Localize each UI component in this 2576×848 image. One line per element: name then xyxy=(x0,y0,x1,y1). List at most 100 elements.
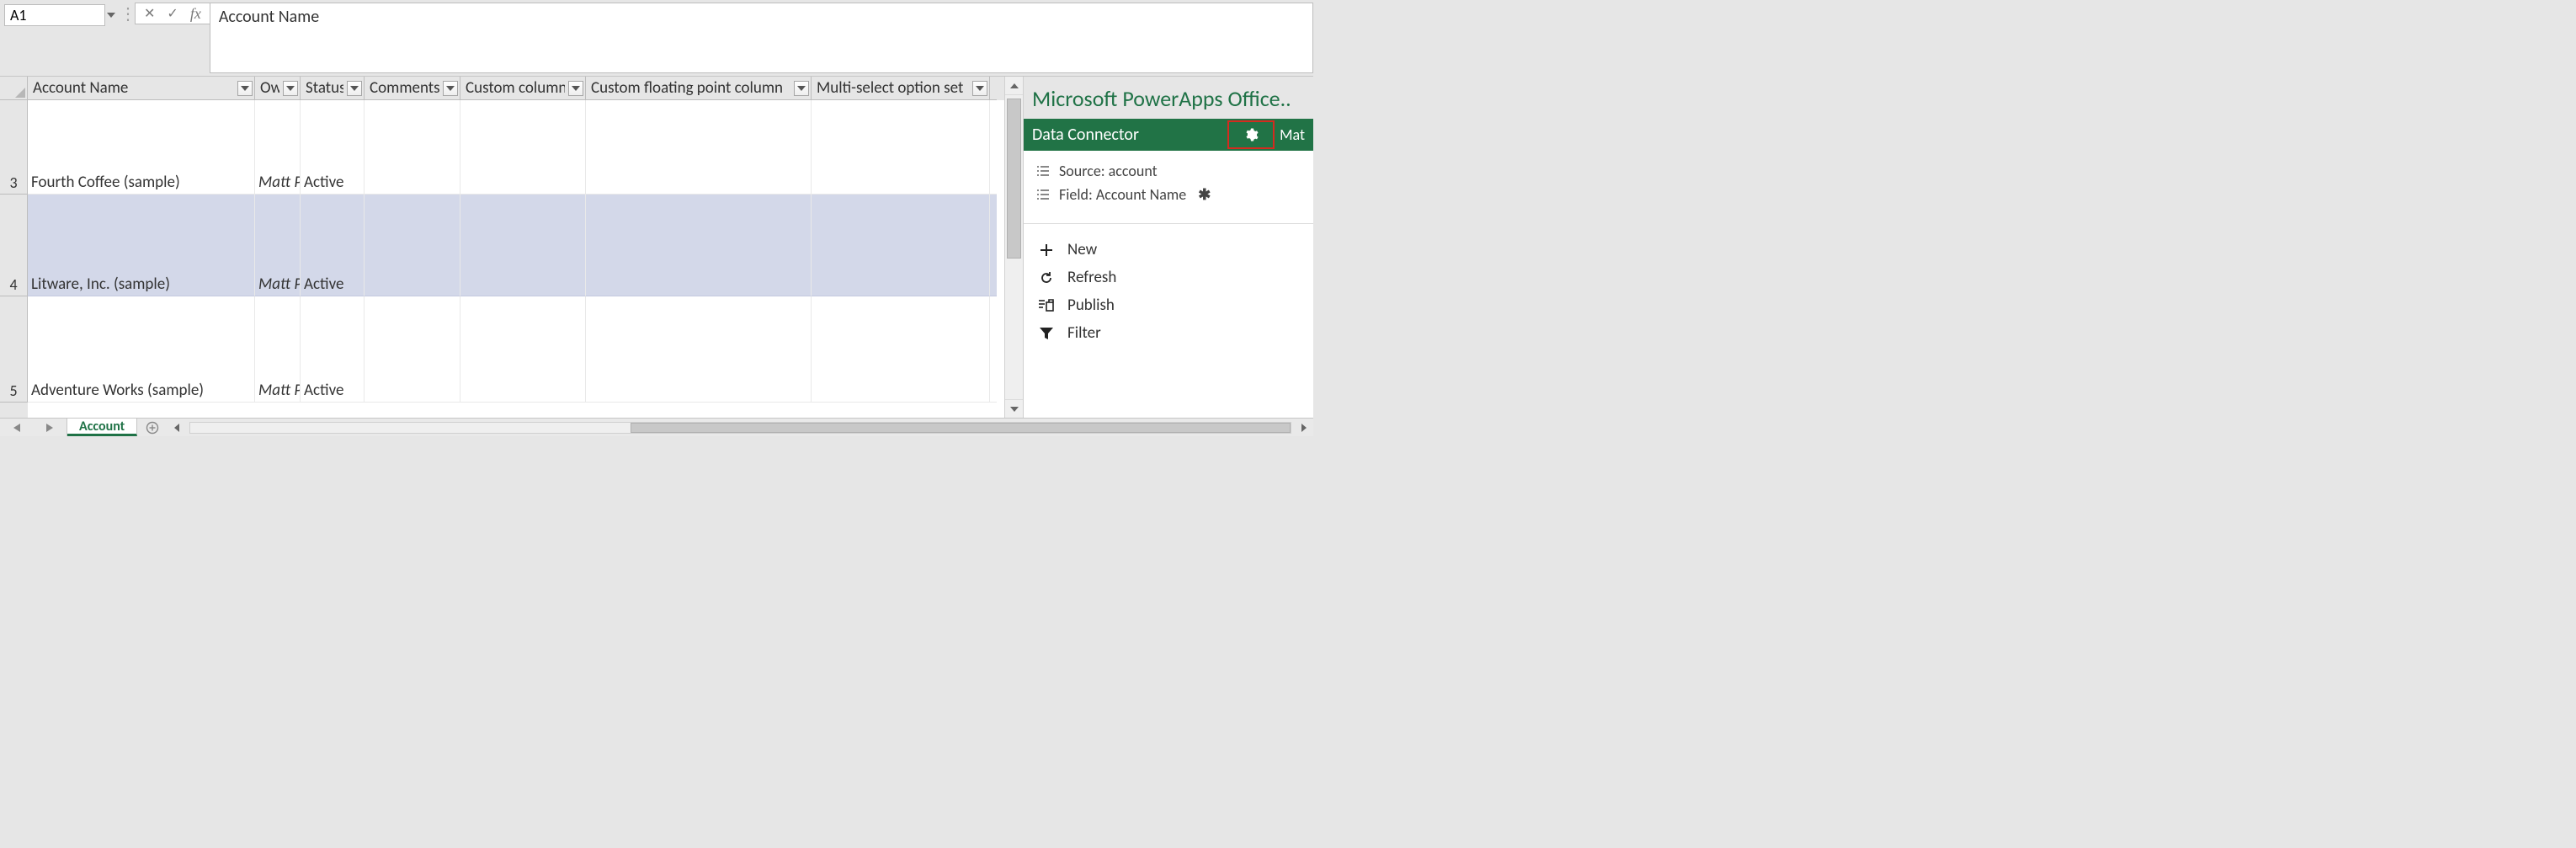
fx-icon[interactable]: fx xyxy=(190,5,201,23)
filter-dropdown-icon[interactable] xyxy=(972,81,987,96)
column-header-account-name[interactable]: Account Name xyxy=(28,77,255,100)
name-box[interactable]: A1 xyxy=(4,4,105,26)
cell-owner[interactable]: Matt P xyxy=(255,100,301,195)
panel-info: Source: account Field: Account Name ✱ xyxy=(1024,151,1313,224)
filter-label: Filter xyxy=(1067,323,1101,343)
row-header[interactable]: 4 xyxy=(0,195,28,296)
panel-header-bar: Data Connector Mat xyxy=(1024,119,1313,151)
cell-comments[interactable] xyxy=(365,100,460,195)
hscroll-track[interactable] xyxy=(189,422,1291,434)
publish-button[interactable]: Publish xyxy=(1035,291,1301,319)
sheet-tab-label: Account xyxy=(79,419,125,435)
info-source: Source: account xyxy=(1035,159,1301,183)
cell-account-name[interactable]: Litware, Inc. (sample) xyxy=(28,195,255,296)
refresh-button[interactable]: Refresh xyxy=(1035,264,1301,291)
cell-multi-select[interactable] xyxy=(812,296,990,403)
column-header-extra[interactable] xyxy=(990,77,997,100)
new-label: New xyxy=(1067,240,1097,259)
cell-status[interactable]: Active xyxy=(301,195,365,296)
gear-icon xyxy=(1243,127,1259,142)
spreadsheet: 3 4 5 Account Name Ow Status xyxy=(0,77,1023,418)
cell-custom-column[interactable] xyxy=(460,195,586,296)
filter-dropdown-icon[interactable] xyxy=(283,81,298,96)
cell-account-name[interactable]: Adventure Works (sample) xyxy=(28,296,255,403)
filter-dropdown-icon[interactable] xyxy=(794,81,809,96)
row-headers: 3 4 5 xyxy=(0,77,28,418)
cell-multi-select[interactable] xyxy=(812,195,990,296)
panel-actions: New Refresh Publish Filter xyxy=(1024,224,1313,359)
settings-button[interactable] xyxy=(1227,120,1275,149)
filter-dropdown-icon[interactable] xyxy=(443,81,458,96)
tab-nav-arrows[interactable] xyxy=(0,419,67,436)
add-sheet-button[interactable] xyxy=(137,419,168,436)
horizontal-scrollbar[interactable] xyxy=(168,419,1313,436)
table-row: Litware, Inc. (sample) Matt P Active xyxy=(28,195,1004,296)
cell-owner[interactable]: Matt P xyxy=(255,296,301,403)
formula-bar-divider: ⋮ xyxy=(125,3,131,24)
info-field: Field: Account Name ✱ xyxy=(1035,183,1301,206)
filter-dropdown-icon[interactable] xyxy=(568,81,583,96)
cell-comments[interactable] xyxy=(365,195,460,296)
panel-bar-title: Data Connector xyxy=(1032,125,1227,145)
column-header-status[interactable]: Status xyxy=(301,77,365,100)
column-headers: Account Name Ow Status Comments Custom c… xyxy=(28,77,1004,100)
column-header-custom-floating-point[interactable]: Custom floating point column xyxy=(586,77,812,100)
table-row: Adventure Works (sample) Matt P Active xyxy=(28,296,1004,403)
cell-extra[interactable] xyxy=(990,100,997,195)
cell-custom-fp[interactable] xyxy=(586,296,812,403)
list-icon xyxy=(1035,166,1051,176)
panel-title: Microsoft PowerApps Office.. xyxy=(1024,77,1313,119)
powerapps-panel: Microsoft PowerApps Office.. Data Connec… xyxy=(1023,77,1313,418)
plus-circle-icon xyxy=(146,421,159,435)
cell-extra[interactable] xyxy=(990,195,997,296)
refresh-icon xyxy=(1037,271,1056,285)
plus-icon xyxy=(1037,243,1056,257)
cell-custom-column[interactable] xyxy=(460,100,586,195)
row-header[interactable]: 5 xyxy=(0,296,28,403)
column-header-multi-select[interactable]: Multi-select option set xyxy=(812,77,990,100)
filter-dropdown-icon[interactable] xyxy=(237,81,253,96)
cell-status[interactable]: Active xyxy=(301,296,365,403)
select-all-corner[interactable] xyxy=(0,77,28,100)
scroll-up-icon[interactable] xyxy=(1005,77,1023,95)
cell-custom-fp[interactable] xyxy=(586,195,812,296)
vertical-scrollbar[interactable] xyxy=(1004,77,1023,418)
new-button[interactable]: New xyxy=(1035,236,1301,264)
cell-status[interactable]: Active xyxy=(301,100,365,195)
scroll-track[interactable] xyxy=(1005,95,1023,399)
formula-value: Account Name xyxy=(219,7,319,27)
cell-multi-select[interactable] xyxy=(812,100,990,195)
cancel-icon[interactable]: ✕ xyxy=(144,5,155,22)
scroll-right-icon[interactable] xyxy=(1295,424,1313,432)
scroll-left-icon[interactable] xyxy=(168,424,186,432)
cell-extra[interactable] xyxy=(990,296,997,403)
scroll-down-icon[interactable] xyxy=(1005,399,1023,418)
cell-custom-column[interactable] xyxy=(460,296,586,403)
cell-account-name[interactable]: Fourth Coffee (sample) xyxy=(28,100,255,195)
formula-bar-buttons: ✕ ✓ fx xyxy=(135,3,210,24)
column-header-comments[interactable]: Comments xyxy=(365,77,460,100)
list-icon xyxy=(1035,189,1051,200)
confirm-icon[interactable]: ✓ xyxy=(167,5,178,22)
sheet-tab-active[interactable]: Account xyxy=(67,419,137,436)
cell-owner[interactable]: Matt P xyxy=(255,195,301,296)
info-field-label: Field: Account Name xyxy=(1059,185,1186,204)
filter-icon xyxy=(1037,328,1056,339)
name-box-value: A1 xyxy=(10,6,27,24)
filter-dropdown-icon[interactable] xyxy=(347,81,362,96)
chevron-right-icon xyxy=(46,424,53,432)
column-header-custom-column[interactable]: Custom column xyxy=(460,77,586,100)
hscroll-thumb[interactable] xyxy=(631,423,1291,433)
name-box-dropdown-icon[interactable] xyxy=(105,13,117,18)
cell-comments[interactable] xyxy=(365,296,460,403)
refresh-label: Refresh xyxy=(1067,268,1116,287)
publish-label: Publish xyxy=(1067,296,1115,315)
cell-custom-fp[interactable] xyxy=(586,100,812,195)
table-row: Fourth Coffee (sample) Matt P Active xyxy=(28,100,1004,195)
formula-input[interactable]: Account Name xyxy=(210,3,1313,73)
scroll-thumb[interactable] xyxy=(1007,99,1021,259)
column-header-owner[interactable]: Ow xyxy=(255,77,301,100)
filter-button[interactable]: Filter xyxy=(1035,319,1301,347)
row-header[interactable]: 3 xyxy=(0,100,28,195)
formula-bar: A1 ⋮ ✕ ✓ fx Account Name xyxy=(0,0,1313,77)
